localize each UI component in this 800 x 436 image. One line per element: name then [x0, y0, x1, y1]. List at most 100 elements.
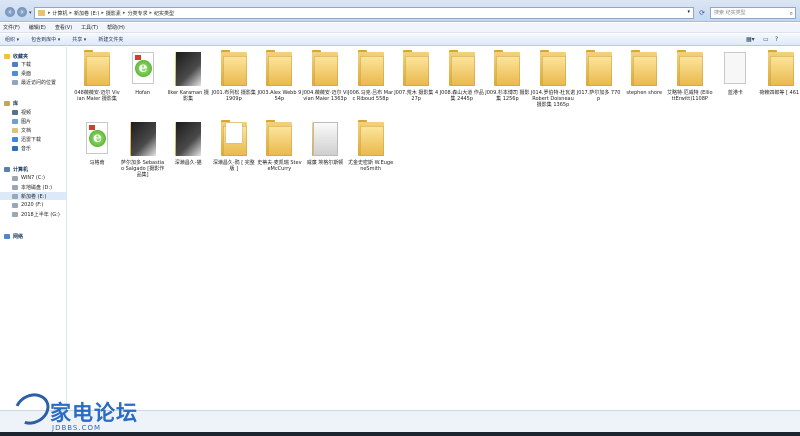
taskbar-edge [0, 432, 800, 436]
breadcrumb-item[interactable]: 新加卷 (E:) [74, 10, 99, 17]
file-item-label: 荷赖四郎等 [ 461 ] [759, 90, 800, 96]
file-item[interactable]: 048薇薇安·迈尔 Vivian Maier 摄影集 [74, 50, 120, 102]
drive-icon [12, 184, 18, 190]
view-options-icon[interactable]: ▦▾ [746, 36, 755, 43]
menu-file[interactable]: 文件(F) [3, 24, 20, 31]
file-item-label: 尤金史密斯 W.EugeneSmith [348, 160, 394, 173]
photo-folder-icon [128, 120, 158, 158]
file-item-label: 蓝港卡 [727, 90, 743, 96]
file-item[interactable]: 深濑昌久-鸦 [ 完整版 ] [211, 120, 257, 172]
sidebar-favorites[interactable]: 收藏夹 [4, 52, 28, 60]
file-item[interactable]: J017.萨尔加多 770p [576, 50, 622, 102]
thunder-icon [12, 136, 18, 142]
breadcrumb-item[interactable]: 纪实类型 [154, 10, 174, 17]
file-item[interactable]: J001.布列松 摄影集 1909p [211, 50, 257, 102]
preview-pane-icon[interactable]: ▭ [763, 36, 769, 43]
photo-folder-icon [173, 120, 203, 158]
back-button[interactable]: ‹ [5, 7, 15, 17]
web-page-icon: e [128, 50, 158, 88]
file-item[interactable]: J006.马克·吕布 Marc Riboud 558p [348, 50, 394, 102]
file-item[interactable]: J008.森山大道 作品集 2445p [439, 50, 485, 102]
file-item-label: J003.Alex Webb 954p [257, 90, 302, 103]
file-item-label: 萨尔加多 Sebastiao Salgado [摄影作品集] [120, 160, 165, 179]
file-item[interactable]: 深濑昌久-猫 [165, 120, 211, 166]
file-icon [720, 50, 750, 88]
sidebar-item-drive-c[interactable]: WIN7 (C:) [12, 174, 45, 182]
file-item[interactable]: 尤金史密斯 W.EugeneSmith [348, 120, 394, 172]
sidebar-item-downloads[interactable]: 下载 [12, 60, 31, 68]
photo-folder-icon [310, 120, 340, 158]
menu-tools[interactable]: 工具(T) [81, 24, 98, 31]
file-item-label: J017.萨尔加多 770p [576, 90, 621, 103]
sidebar-item-documents[interactable]: 文档 [12, 126, 31, 134]
menu-edit[interactable]: 编辑(E) [29, 24, 46, 31]
file-item[interactable]: Ilker Karaman 摄影集 [165, 50, 211, 102]
file-item[interactable]: J009.杉本博司 摄影集 1256p [484, 50, 530, 102]
breadcrumb-item[interactable]: 分类专求 [127, 10, 147, 17]
breadcrumb-item[interactable]: 计算机 [53, 10, 68, 17]
sidebar-item-music[interactable]: 音乐 [12, 144, 31, 152]
folder-icon [356, 50, 386, 88]
music-library-icon [12, 145, 18, 151]
sidebar-libraries[interactable]: 库 [4, 99, 18, 107]
sidebar-item-drive-e[interactable]: 新加卷 (E:) [0, 192, 66, 200]
recent-places-icon [12, 79, 18, 85]
refresh-button[interactable]: ⟳ [697, 7, 707, 19]
watermark-title: 家电论坛 [50, 401, 138, 425]
recent-pages-dropdown[interactable]: ▾ [29, 10, 32, 16]
breadcrumb[interactable]: ▸ 计算机 ▸ 新加卷 (E:) ▸ 摄影素 ▸ 分类专求 ▸ 纪实类型 ▾ [34, 7, 694, 19]
address-dropdown-icon[interactable]: ▾ [687, 9, 690, 15]
forward-button[interactable]: › [17, 7, 27, 17]
file-item-label: J008.森山大道 作品集 2445p [439, 90, 484, 103]
sidebar-item-desktop[interactable]: 桌面 [12, 69, 31, 77]
sidebar-network[interactable]: 网络 [4, 232, 23, 240]
organize-button[interactable]: 组织 ▾ [5, 36, 19, 43]
breadcrumb-item[interactable]: 摄影素 [106, 10, 121, 17]
sidebar-item-drive-d[interactable]: 本地磁盘 (D:) [12, 183, 52, 191]
folder-icon [310, 50, 340, 88]
file-item-label: J006.马克·吕布 Marc Riboud 558p [347, 90, 394, 103]
file-item[interactable]: 史蒂夫·麦凯瑞 SteveMcCurry [256, 120, 302, 172]
sidebar-item-recent[interactable]: 最近访问的位置 [12, 78, 56, 86]
new-folder-button[interactable]: 新建文件夹 [98, 36, 123, 43]
file-item[interactable]: J004.薇薇安·迈尔 Vivian Maier 1363p [302, 50, 348, 102]
search-input[interactable]: 搜索 纪实类型 ⌕ [710, 7, 796, 19]
share-button[interactable]: 共享 ▾ [72, 36, 86, 43]
file-item[interactable]: J007.荒木 摄影集 427p [393, 50, 439, 102]
sidebar-item-drive-g[interactable]: 2018上半年 (G:) [12, 210, 60, 218]
file-item[interactable]: e Hofan [120, 50, 166, 96]
file-item-label: J004.薇薇安·迈尔 Vivian Maier 1363p [302, 90, 348, 103]
menu-help[interactable]: 帮助(H) [107, 24, 125, 31]
folder-icon [538, 50, 568, 88]
file-item[interactable]: J003.Alex Webb 954p [256, 50, 302, 102]
sidebar-item-drive-f[interactable]: 2020 (F:) [12, 201, 43, 209]
desktop-icon [12, 70, 18, 76]
search-icon: ⌕ [789, 10, 793, 17]
file-item-label: 深濑昌久-猫 [174, 160, 202, 166]
menu-view[interactable]: 查看(V) [55, 24, 72, 31]
folder-icon [766, 50, 796, 88]
file-item-label: J001.布列松 摄影集 1909p [211, 90, 256, 103]
include-in-library-button[interactable]: 包含到库中 ▾ [31, 36, 60, 43]
sidebar-item-thunder-downloads[interactable]: 迅雷下载 [12, 135, 41, 143]
sidebar-item-videos[interactable]: 视频 [12, 108, 31, 116]
help-icon[interactable]: ? [775, 36, 778, 43]
drive-icon [12, 202, 18, 208]
folder-icon [38, 10, 45, 16]
file-item[interactable]: 荷赖四郎等 [ 461 ] [758, 50, 800, 96]
watermark-url: JDBBS.COM [52, 424, 102, 432]
file-item[interactable]: 艾略特·厄威特 (ElliottErwitt)1108P [667, 50, 713, 102]
file-item[interactable]: 蓝港卡 [712, 50, 758, 96]
drive-icon [12, 175, 18, 181]
file-item[interactable]: 威廉 埃格尔斯顿 [302, 120, 348, 166]
sidebar-item-pictures[interactable]: 图片 [12, 117, 31, 125]
file-item-label: Ilker Karaman 摄影集 [167, 90, 209, 103]
pictures-library-icon [12, 118, 18, 124]
file-item[interactable]: stephen shore [621, 50, 667, 96]
sidebar-computer[interactable]: 计算机 [4, 165, 28, 173]
file-item[interactable]: J014.罗伯特·杜瓦诺 Robert Doisneau 摄影集 1365p [530, 50, 576, 109]
file-item[interactable]: e 马格南 [74, 120, 120, 166]
file-item[interactable]: 萨尔加多 Sebastiao Salgado [摄影作品集] [120, 120, 166, 179]
file-item-label: 威廉 埃格尔斯顿 [306, 160, 344, 166]
documents-library-icon [12, 127, 18, 133]
